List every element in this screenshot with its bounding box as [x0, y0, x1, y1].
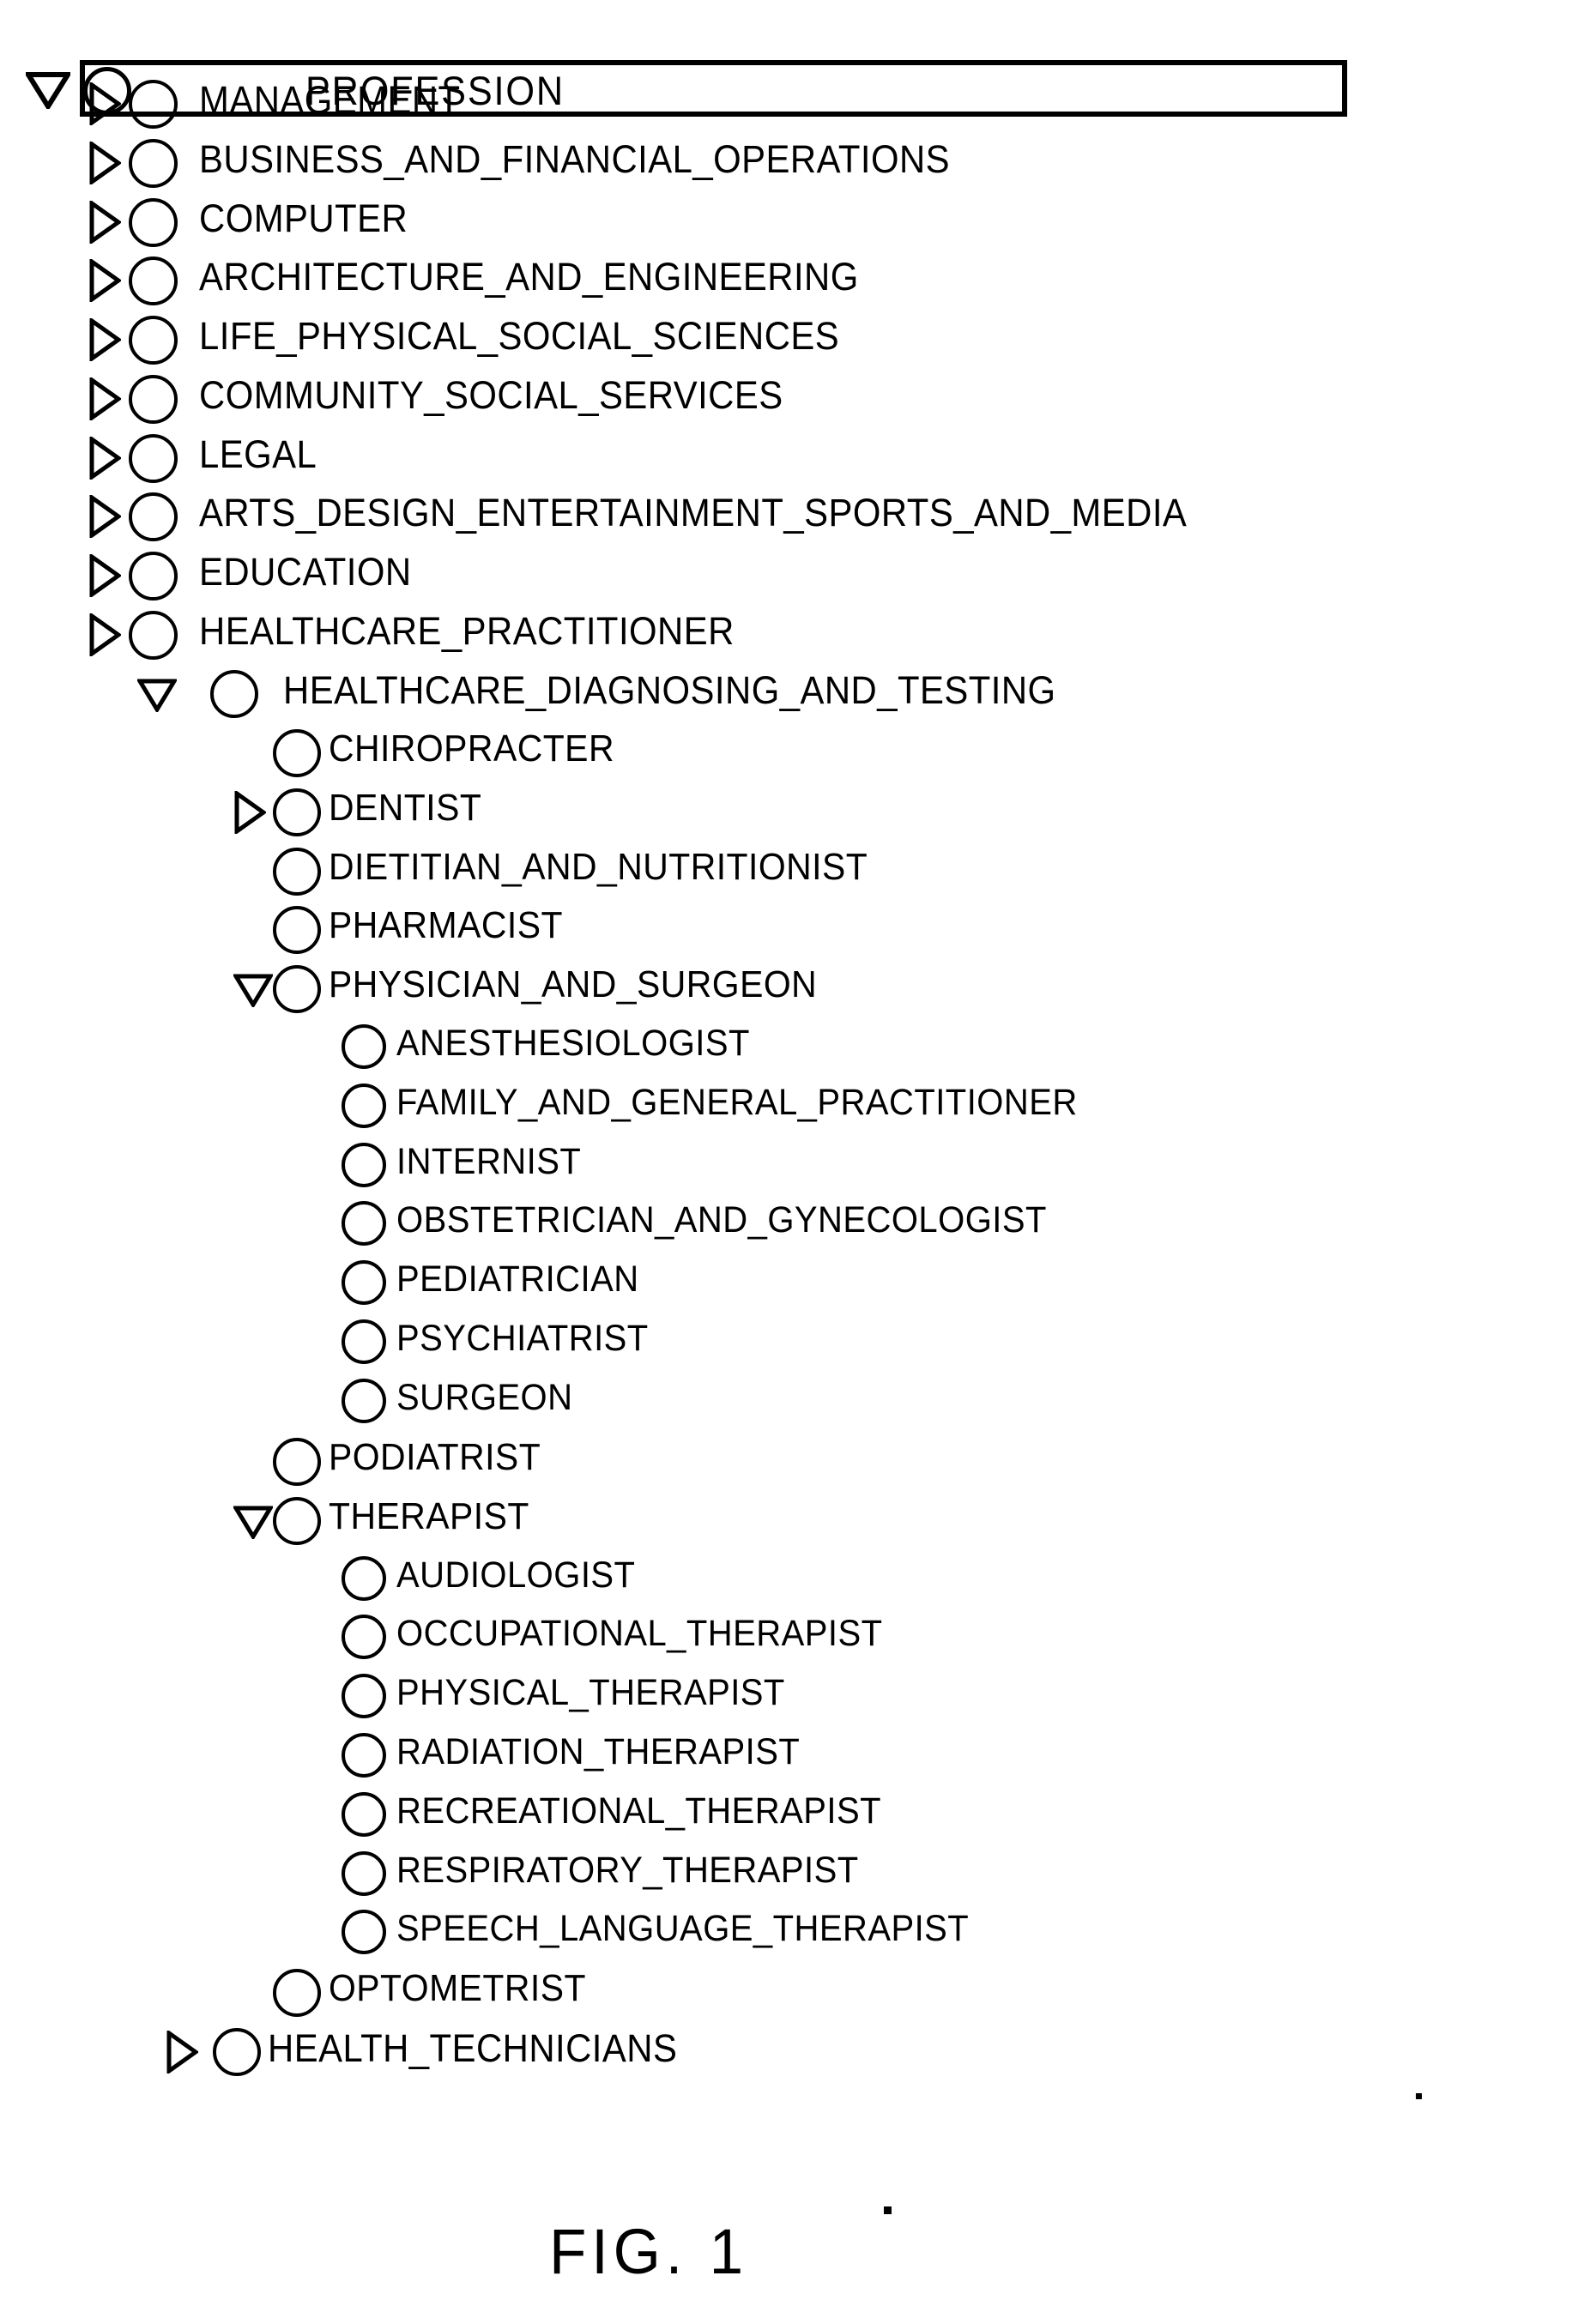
triangle-right-icon[interactable] — [233, 791, 266, 834]
tree-item-label: EDUCATION — [199, 550, 412, 594]
circle-node-icon[interactable] — [342, 1201, 386, 1246]
circle-node-icon[interactable] — [129, 198, 178, 247]
circle-node-icon[interactable] — [342, 1910, 386, 1954]
stray-ink-dot — [1416, 2093, 1422, 2099]
circle-node-icon[interactable] — [213, 2028, 261, 2076]
tree-item-label: RESPIRATORY_THERAPIST — [396, 1850, 859, 1891]
triangle-right-icon[interactable] — [88, 377, 121, 420]
circle-node-icon[interactable] — [129, 434, 178, 483]
circle-node-icon[interactable] — [273, 848, 321, 896]
tree-item-label: PODIATRIST — [329, 1436, 541, 1478]
circle-node-icon[interactable] — [342, 1084, 386, 1128]
triangle-right-icon[interactable] — [88, 82, 121, 125]
tree-item-label: PHYSICIAN_AND_SURGEON — [329, 963, 818, 1005]
circle-node-icon[interactable] — [129, 257, 178, 305]
circle-node-icon[interactable] — [342, 1733, 386, 1778]
tree-item-label: INTERNIST — [396, 1141, 582, 1182]
tree-item-label: BUSINESS_AND_FINANCIAL_OPERATIONS — [199, 137, 951, 181]
circle-node-icon[interactable] — [342, 1143, 386, 1187]
circle-node-icon[interactable] — [129, 375, 178, 424]
tree-item-label: RADIATION_THERAPIST — [396, 1731, 801, 1772]
tree-item-label: MANAGEMENT — [199, 78, 461, 122]
triangle-right-icon[interactable] — [88, 201, 121, 244]
tree-item-label: THERAPIST — [329, 1495, 529, 1537]
triangle-right-icon[interactable] — [88, 495, 121, 538]
tree-item-label: HEALTHCARE_DIAGNOSING_AND_TESTING — [283, 668, 1056, 712]
triangle-right-icon[interactable] — [88, 142, 121, 184]
tree-item-label: COMPUTER — [199, 196, 408, 240]
circle-node-icon[interactable] — [342, 1792, 386, 1837]
circle-node-icon[interactable] — [342, 1674, 386, 1718]
figure-caption: FIG. 1 — [549, 2216, 748, 2287]
triangle-right-icon[interactable] — [88, 554, 121, 597]
circle-node-icon[interactable] — [273, 965, 321, 1013]
circle-node-icon[interactable] — [273, 1438, 321, 1486]
triangle-right-icon[interactable] — [88, 259, 121, 302]
circle-node-icon[interactable] — [129, 611, 178, 660]
circle-node-icon[interactable] — [273, 788, 321, 836]
circle-node-icon[interactable] — [342, 1379, 386, 1423]
circle-node-icon[interactable] — [129, 492, 178, 541]
tree-item-label: DIETITIAN_AND_NUTRITIONIST — [329, 846, 868, 888]
tree-item-label: CHIROPRACTER — [329, 727, 614, 770]
tree-item-label: LEGAL — [199, 432, 317, 476]
triangle-down-icon[interactable] — [233, 973, 273, 1007]
triangle-right-icon[interactable] — [166, 2031, 198, 2073]
circle-node-icon[interactable] — [342, 1851, 386, 1896]
tree-item-label: HEALTHCARE_PRACTITIONER — [199, 609, 735, 653]
circle-node-icon[interactable] — [129, 316, 178, 365]
tree-item-label: OPTOMETRIST — [329, 1967, 586, 2009]
tree-item-label: ARTS_DESIGN_ENTERTAINMENT_SPORTS_AND_MED… — [199, 491, 1188, 534]
circle-node-icon[interactable] — [273, 1497, 321, 1545]
tree-item-label: AUDIOLOGIST — [396, 1554, 636, 1596]
circle-node-icon[interactable] — [210, 670, 258, 718]
tree-item-label: OCCUPATIONAL_THERAPIST — [396, 1613, 883, 1654]
circle-node-icon[interactable] — [273, 1969, 321, 2017]
tree-item-label: ANESTHESIOLOGIST — [396, 1023, 750, 1064]
triangle-down-icon[interactable] — [233, 1505, 273, 1539]
circle-node-icon[interactable] — [273, 729, 321, 777]
tree-item-label: PHYSICAL_THERAPIST — [396, 1672, 785, 1713]
triangle-down-icon[interactable] — [23, 71, 73, 113]
circle-node-icon[interactable] — [129, 552, 178, 601]
tree-item-label: HEALTH_TECHNICIANS — [268, 2026, 678, 2070]
tree-item-label: PEDIATRICIAN — [396, 1259, 639, 1300]
tree-item-label: LIFE_PHYSICAL_SOCIAL_SCIENCES — [199, 314, 840, 358]
circle-node-icon[interactable] — [342, 1615, 386, 1659]
circle-node-icon[interactable] — [129, 139, 178, 188]
tree-item-label: PSYCHIATRIST — [396, 1318, 649, 1359]
tree-item-label: RECREATIONAL_THERAPIST — [396, 1790, 882, 1832]
tree-item-label: ARCHITECTURE_AND_ENGINEERING — [199, 255, 859, 299]
tree-item-label: COMMUNITY_SOCIAL_SERVICES — [199, 373, 783, 417]
triangle-right-icon[interactable] — [88, 613, 121, 656]
figure-tick-mark — [884, 2206, 892, 2214]
tree-item-label: OBSTETRICIAN_AND_GYNECOLOGIST — [396, 1199, 1047, 1240]
circle-node-icon[interactable] — [342, 1024, 386, 1069]
triangle-right-icon[interactable] — [88, 318, 121, 361]
profession-tree: PROFESSION MANAGEMENT BUSINESS_AND_FINANC… — [0, 0, 1572, 2324]
tree-item-label: PHARMACIST — [329, 904, 563, 946]
triangle-down-icon[interactable] — [137, 678, 177, 712]
circle-node-icon[interactable] — [129, 80, 178, 129]
circle-node-icon[interactable] — [273, 906, 321, 954]
circle-node-icon[interactable] — [342, 1319, 386, 1364]
tree-item-label: FAMILY_AND_GENERAL_PRACTITIONER — [396, 1082, 1078, 1123]
tree-item-label: SPEECH_LANGUAGE_THERAPIST — [396, 1908, 970, 1949]
circle-node-icon[interactable] — [342, 1556, 386, 1601]
triangle-right-icon[interactable] — [88, 437, 121, 480]
circle-node-icon[interactable] — [342, 1260, 386, 1305]
tree-item-label: SURGEON — [396, 1377, 573, 1418]
tree-item-label: DENTIST — [329, 787, 482, 829]
